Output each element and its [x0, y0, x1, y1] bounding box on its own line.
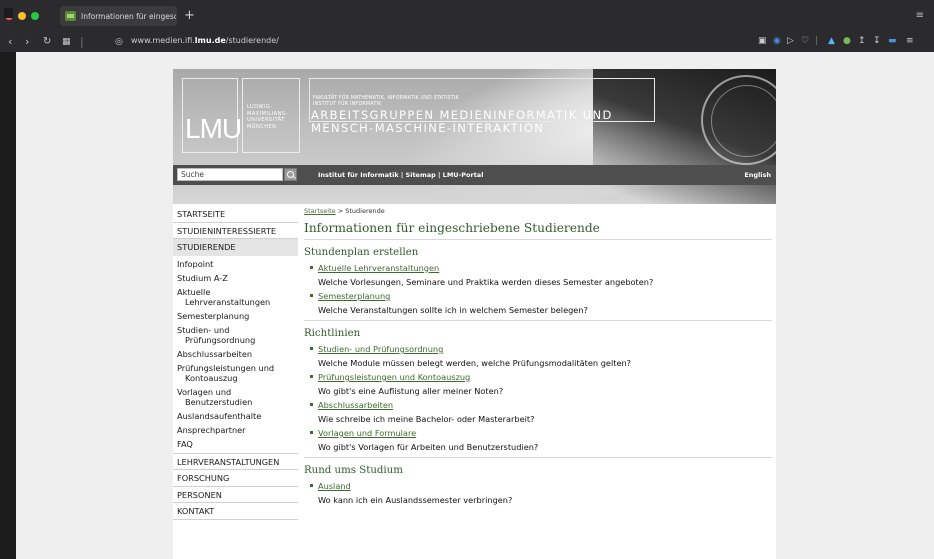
university-name-line: MÜNCHEN [247, 123, 277, 130]
extension-icon[interactable]: ▲ [828, 36, 835, 46]
link-description: Wo gibt's eine Auflistung aller meiner N… [318, 386, 504, 396]
group-title: ARBEITSGRUPPEN MEDIENINFORMATIK UND MENS… [311, 109, 613, 134]
section-heading: Stundenplan erstellen [304, 247, 419, 258]
header-links[interactable]: Institut für Informatik | Sitemap | LMU-… [318, 171, 483, 179]
address-bar[interactable]: www.medien.ifi.lmu.de/studierende/ [131, 36, 279, 45]
university-name: LUDWIG- MAXIMILIANS- UNIVERSITÄT MÜNCHEN [247, 104, 302, 130]
nav-subitem-pruefungsordnung[interactable]: Studien- und Prüfungsordnung [173, 323, 298, 347]
link-kontoauszug[interactable]: Prüfungsleistungen und Kontoauszug [304, 371, 772, 383]
faculty-text: FAKULTÄT FÜR MATHEMATIK, INFORMATIK UND … [313, 96, 459, 108]
nav-item-lehrveranstaltungen[interactable]: LEHRVERANSTALTUNGEN [173, 454, 298, 470]
link-description: Wie schreibe ich meine Bachelor- oder Ma… [318, 414, 535, 424]
link-semesterplanung[interactable]: Semesterplanung [304, 290, 772, 302]
url-domain: lmu.de [194, 36, 226, 45]
minimize-window-button[interactable] [18, 12, 26, 20]
nav-item-studierende[interactable]: STUDIERENDE [173, 239, 298, 256]
nav-subitem-infopoint[interactable]: Infopoint [173, 257, 298, 271]
speed-dial-icon[interactable]: ▦ [62, 35, 71, 49]
web-page: LMU LUDWIG- MAXIMILIANS- UNIVERSITÄT MÜN… [173, 69, 776, 559]
shield-icon[interactable]: ◉ [773, 36, 781, 46]
nav-subitem-semesterplanung[interactable]: Semesterplanung [173, 309, 298, 323]
nav-item-forschung[interactable]: FORSCHUNG [173, 470, 298, 487]
group-title-line: MENSCH-MASCHINE-INTERAKTION [311, 120, 545, 135]
link-abschlussarbeiten[interactable]: Abschlussarbeiten [304, 399, 772, 411]
link-vorlagen[interactable]: Vorlagen und Formulare [304, 427, 772, 439]
breadcrumb-current: > Studierende [337, 207, 385, 215]
extension-icon-2[interactable]: ● [843, 36, 851, 46]
nav-subitem-lehrveranstaltungen[interactable]: Aktuelle Lehrveranstaltungen [173, 285, 298, 309]
search-input[interactable]: Suche [177, 168, 283, 181]
link-pruefungsordnung[interactable]: Studien- und Prüfungsordnung [304, 343, 772, 355]
nav-item-personen[interactable]: PERSONEN [173, 487, 298, 503]
nav-subitem-ansprechpartner[interactable]: Ansprechpartner [173, 423, 298, 437]
active-tab[interactable]: Informationen für eingeschrie [60, 6, 177, 26]
nav-item-kontakt[interactable]: KONTAKT [173, 503, 298, 520]
play-icon[interactable]: ▷ [787, 36, 794, 46]
section-richtlinien: Richtlinien Studien- und Prüfungsordnung… [304, 327, 772, 458]
section-heading: Rund ums Studium [304, 465, 403, 476]
tab-title: Informationen für eingeschrie [81, 11, 176, 21]
site-info-icon[interactable]: ◎ [115, 35, 123, 49]
search-icon[interactable] [284, 168, 297, 181]
main-content: Startseite > Studierende Informationen f… [304, 206, 772, 506]
breadcrumb: Startseite > Studierende [304, 206, 772, 218]
heart-icon[interactable]: ♡ [801, 36, 809, 46]
favicon-icon [65, 11, 76, 21]
nav-subitem-faq[interactable]: FAQ [173, 437, 298, 451]
left-navigation: STARTSEITE STUDIENINTERESSIERTE STUDIERE… [173, 206, 298, 520]
link-aktuelle-lehrveranstaltungen[interactable]: Aktuelle Lehrveranstaltungen [304, 262, 772, 274]
section-stundenplan: Stundenplan erstellen Aktuelle Lehrveran… [304, 246, 772, 321]
camera-icon[interactable]: ▣ [758, 36, 767, 46]
settings-icon[interactable]: ≡ [906, 36, 914, 46]
share-icon[interactable]: ↥ [858, 36, 866, 46]
nav-subitem-vorlagen[interactable]: Vorlagen und Benutzerstudien [173, 385, 298, 409]
forward-icon[interactable]: › [25, 35, 29, 49]
lmu-logo[interactable]: LMU [185, 113, 242, 145]
nav-item-studieninteressierte[interactable]: STUDIENINTERESSIERTE [173, 223, 298, 239]
nav-subitem-abschlussarbeiten[interactable]: Abschlussarbeiten [173, 347, 298, 361]
language-link[interactable]: English [744, 171, 771, 179]
download-icon[interactable]: ↧ [873, 36, 881, 46]
link-ausland[interactable]: Ausland [304, 480, 772, 492]
section-heading: Richtlinien [304, 328, 361, 339]
nav-subitem-kontoauszug[interactable]: Prüfungsleistungen und Kontoauszug [173, 361, 298, 385]
url-path: /studierende/ [225, 36, 279, 45]
reload-icon[interactable]: ↻ [43, 35, 51, 49]
link-description: Welche Vorlesungen, Seminare und Praktik… [318, 277, 654, 287]
link-description: Welche Veranstaltungen sollte ich in wel… [318, 305, 588, 315]
link-description: Wo gibt's Vorlagen für Arbeiten und Benu… [318, 442, 539, 452]
sidebar-strip [0, 8, 16, 559]
nav-item-startseite[interactable]: STARTSEITE [173, 206, 298, 223]
link-description: Wo kann ich ein Auslandssemester verbrin… [318, 495, 513, 505]
breadcrumb-home-link[interactable]: Startseite [304, 207, 336, 215]
nav-subitem-studium-a-z[interactable]: Studium A-Z [173, 271, 298, 285]
battery-icon[interactable]: ▬ [888, 36, 897, 46]
browser-chrome: Informationen für eingeschrie + ≡ ‹ › ↻ … [0, 0, 934, 52]
divider: | [80, 35, 84, 48]
link-description: Welche Module müssen belegt werden, welc… [318, 358, 632, 368]
site-header: LMU LUDWIG- MAXIMILIANS- UNIVERSITÄT MÜN… [173, 69, 776, 204]
url-prefix: www.medien.ifi. [131, 36, 195, 45]
group-title-line: ARBEITSGRUPPEN MEDIENINFORMATIK UND [311, 108, 613, 122]
nav-subitem-auslandsaufenthalte[interactable]: Auslandsaufenthalte [173, 409, 298, 423]
back-icon[interactable]: ‹ [8, 35, 12, 49]
nav-submenu: Infopoint Studium A-Z Aktuelle Lehrveran… [173, 256, 298, 454]
page-title: Informationen für eingeschriebene Studie… [304, 218, 772, 240]
tab-overview-icon[interactable]: ≡ [916, 10, 924, 21]
divider: | [815, 36, 819, 46]
header-search-bar: Suche Institut für Informatik | Sitemap … [173, 165, 776, 185]
maximize-window-button[interactable] [31, 12, 39, 20]
tab-bar: Informationen für eingeschrie + ≡ [0, 0, 934, 33]
new-tab-button[interactable]: + [184, 9, 195, 22]
section-rund-ums-studium: Rund ums Studium Ausland Wo kann ich ein… [304, 464, 772, 506]
